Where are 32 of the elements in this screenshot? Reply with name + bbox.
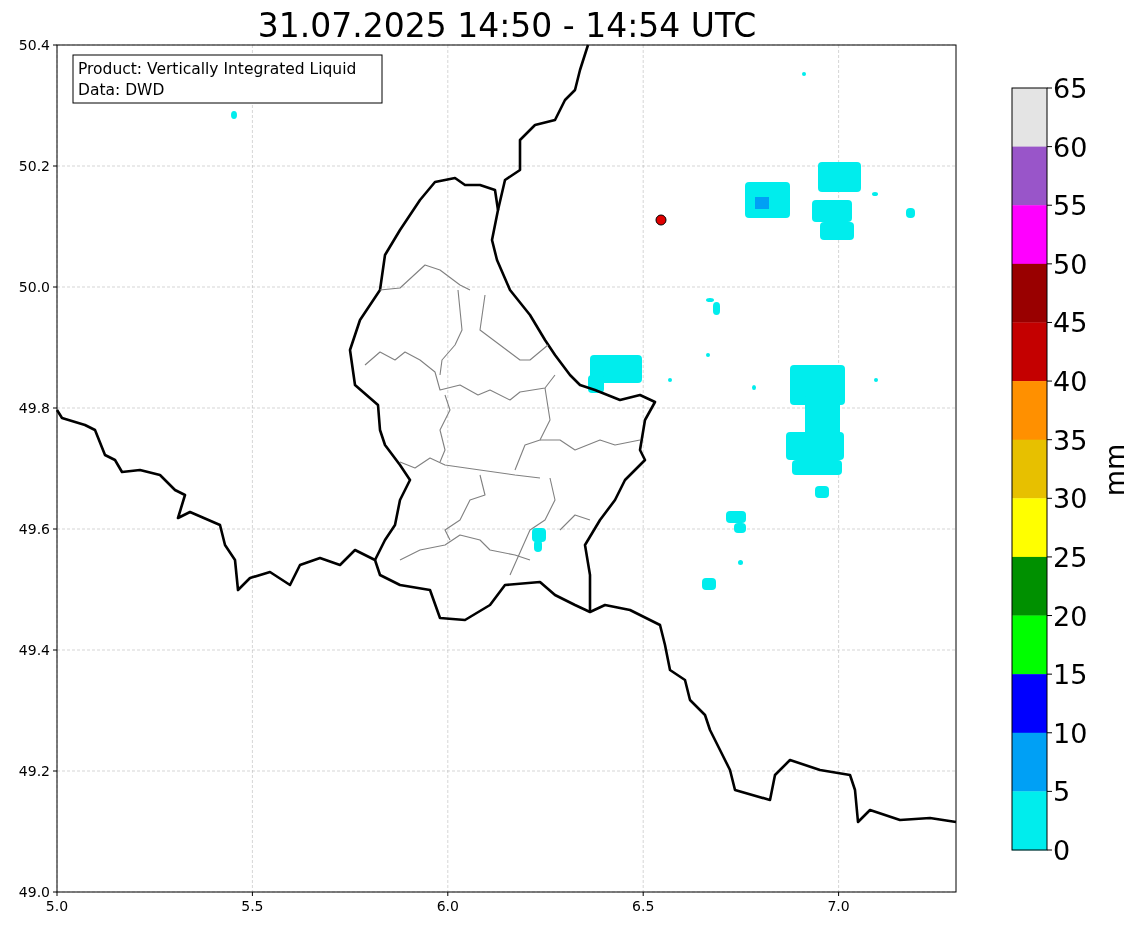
colorbar-tick-label: 10 [1053,717,1088,749]
colorbar-tick-label: 15 [1053,659,1088,691]
colorbar-tick-label: 60 [1053,131,1088,163]
chart-title: 31.07.2025 14:50 - 14:54 UTC [257,6,757,45]
colorbar-tick-label: 45 [1053,307,1088,339]
colorbar-tick-label: 40 [1053,366,1088,398]
axis-tick-label: 49.4 [18,642,50,658]
location-marker-icon [655,214,667,226]
axis-tick-label: 50.2 [18,158,50,174]
axis-tick-label: 5.0 [45,898,69,914]
colorbar-tick-label: 25 [1053,541,1088,573]
axis-tick-label: 49.0 [18,884,50,900]
axis-tick-label: 6.5 [632,898,655,914]
axis-tick-label: 49.6 [18,521,50,537]
axis-tick-label: 50.0 [18,279,50,295]
axis-tick-label: 49.8 [18,400,50,416]
colorbar-tick-label: 55 [1053,190,1088,222]
axis-tick-label: 7.0 [827,898,850,914]
info-text: Data: DWD [78,81,165,99]
axis-tick-label: 50.4 [18,37,50,53]
colorbar-tick-label: 35 [1053,424,1088,456]
colorbar-tick-label: 50 [1053,248,1088,280]
axis-tick-label: 5.5 [241,898,264,914]
info-text: Product: Vertically Integrated Liquid [78,60,357,78]
colorbar-label: mm [1099,443,1130,497]
axis-tick-label: 49.2 [18,763,50,779]
colorbar-tick-label: 20 [1053,600,1088,632]
colorbar-tick-label: 5 [1053,776,1071,808]
colorbar-tick-label: 65 [1053,73,1088,104]
colorbar-tick-label: 30 [1053,483,1088,515]
colorbar-tick-label: 0 [1053,835,1071,866]
axis-tick-label: 6.0 [436,898,459,914]
